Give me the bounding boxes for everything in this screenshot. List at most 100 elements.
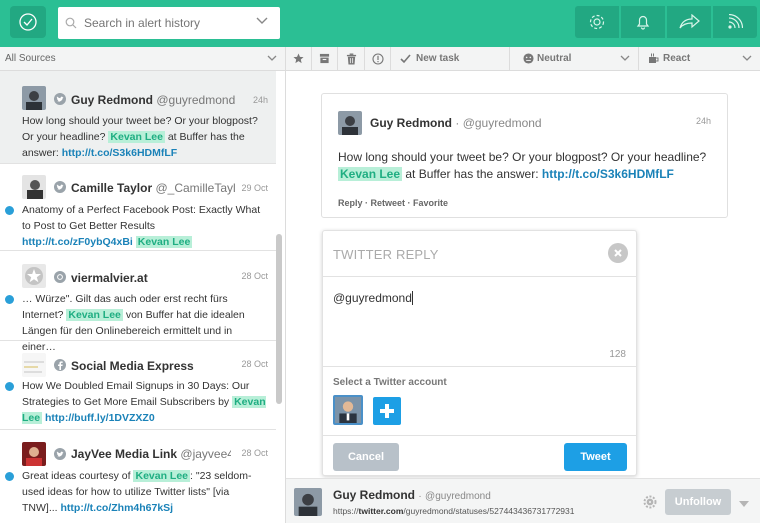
sentiment-dropdown[interactable]: Neutral bbox=[510, 47, 639, 70]
new-task-label: New task bbox=[416, 53, 460, 64]
alert-text: How We Doubled Email Signups in 30 Days:… bbox=[22, 378, 266, 426]
alert-history-search[interactable] bbox=[58, 7, 280, 39]
react-label: React bbox=[663, 53, 691, 64]
sources-dropdown[interactable]: All Sources bbox=[0, 47, 286, 70]
author-name: Guy Redmond bbox=[333, 488, 416, 502]
favorite-link[interactable]: Favorite bbox=[413, 198, 448, 208]
keyword-highlight: Kevan Lee bbox=[66, 309, 123, 321]
tweet-author: Guy Redmond · @guyredmond bbox=[370, 116, 542, 130]
author-name: Camille Taylor bbox=[71, 181, 153, 195]
list-item[interactable]: Guy Redmond @guyredmond 24h How long sho… bbox=[0, 71, 276, 164]
tweet-text-part: at Buffer has the answer: bbox=[402, 167, 542, 181]
web-icon bbox=[54, 271, 66, 283]
list-item[interactable]: viermalvier.at 28 Oct … Würze". Gilt das… bbox=[0, 252, 276, 353]
avatar bbox=[22, 353, 46, 377]
gear-icon[interactable] bbox=[575, 6, 619, 38]
avatar bbox=[22, 442, 46, 466]
unread-dot bbox=[5, 206, 14, 215]
author-name: Social Media Express bbox=[71, 359, 194, 373]
check-circle-icon[interactable] bbox=[10, 6, 46, 38]
trash-icon bbox=[346, 53, 356, 64]
alert-time: 28 Oct bbox=[241, 448, 268, 458]
author-handle: @guyredmond bbox=[156, 93, 236, 107]
share-arrow-icon[interactable] bbox=[667, 6, 711, 38]
profile-footer: Guy Redmond · @guyredmond https://twitte… bbox=[286, 478, 760, 523]
tweet-link[interactable]: http://t.co/S3k6HDMfLF bbox=[542, 167, 674, 181]
neutral-face-icon bbox=[523, 53, 534, 64]
delete-button[interactable] bbox=[338, 47, 365, 70]
divider bbox=[323, 366, 636, 367]
unfollow-button[interactable]: Unfollow bbox=[665, 489, 731, 515]
alert-author: viermalvier.at bbox=[71, 271, 148, 285]
reply-textarea[interactable]: @guyredmond bbox=[333, 291, 627, 351]
list-scrollbar[interactable] bbox=[276, 234, 282, 404]
caret-down-icon[interactable] bbox=[739, 498, 749, 510]
keyword-highlight: Kevan Lee bbox=[133, 470, 191, 482]
alert-author: Social Media Express bbox=[71, 359, 194, 373]
account-avatar[interactable] bbox=[333, 395, 363, 425]
author-handle: @guyredmond bbox=[462, 116, 542, 130]
sentiment-label: Neutral bbox=[537, 53, 572, 64]
alert-author: Guy Redmond @guyredmond bbox=[71, 93, 235, 107]
separator: · bbox=[455, 116, 460, 130]
alert-link[interactable]: http://t.co/Zhm4h67kSj bbox=[61, 502, 174, 514]
tweet-button[interactable]: Tweet bbox=[564, 443, 627, 471]
tweet-text-part: How long should your tweet be? Or your b… bbox=[338, 150, 707, 164]
profile-author: Guy Redmond · @guyredmond bbox=[333, 488, 491, 502]
author-handle: @guyredmond bbox=[425, 491, 491, 502]
twitter-icon bbox=[54, 448, 66, 460]
text-caret bbox=[412, 291, 413, 305]
chevron-down-icon[interactable] bbox=[256, 16, 268, 28]
alert-link[interactable]: http://t.co/zF0ybQ4xBi bbox=[22, 236, 133, 248]
alert-text-part: Great ideas courtesy of bbox=[22, 470, 134, 482]
twitter-icon bbox=[54, 181, 66, 193]
alert-time: 28 Oct bbox=[241, 271, 268, 281]
alert-text: Anatomy of a Perfect Facebook Post: Exac… bbox=[22, 202, 266, 250]
author-name: Guy Redmond bbox=[370, 116, 453, 130]
divider bbox=[323, 435, 636, 436]
list-item[interactable]: JayVee Media Link @jayvee4you 28 Oct Gre… bbox=[0, 431, 276, 523]
author-handle: @jayvee4you bbox=[180, 447, 231, 461]
search-input[interactable] bbox=[84, 16, 244, 30]
char-count: 128 bbox=[609, 349, 626, 360]
alert-text: How long should your tweet be? Or your b… bbox=[22, 113, 266, 161]
archive-button[interactable] bbox=[312, 47, 338, 70]
alert-time: 28 Oct bbox=[241, 359, 268, 369]
close-icon[interactable] bbox=[608, 243, 628, 263]
avatar bbox=[338, 111, 362, 135]
alert-link[interactable]: http://t.co/S3k6HDMfLF bbox=[62, 147, 178, 159]
list-item[interactable]: Camille Taylor @_CamilleTaylor 29 Oct An… bbox=[0, 165, 276, 251]
info-button[interactable] bbox=[365, 47, 391, 70]
avatar bbox=[22, 264, 46, 288]
star-button[interactable] bbox=[286, 47, 312, 70]
cancel-button[interactable]: Cancel bbox=[333, 443, 399, 471]
author-name: JayVee Media Link bbox=[71, 447, 178, 461]
chevron-down-icon bbox=[267, 54, 277, 65]
dialog-title: TWITTER REPLY bbox=[333, 247, 439, 262]
alert-time: 24h bbox=[252, 95, 268, 105]
tweet-time: 24h bbox=[695, 116, 711, 126]
toolbar: All Sources New task Neutral React bbox=[0, 47, 760, 71]
list-item[interactable]: Social Media Express 28 Oct How We Doubl… bbox=[0, 342, 276, 430]
avatar bbox=[294, 488, 322, 516]
status-url[interactable]: https://twitter.com/guyredmond/statuses/… bbox=[333, 506, 574, 516]
alert-link[interactable]: http://buff.ly/1DVZXZ0 bbox=[45, 412, 155, 424]
bell-icon[interactable] bbox=[621, 6, 665, 38]
react-dropdown[interactable]: React bbox=[639, 47, 760, 70]
separator: · bbox=[418, 491, 422, 502]
separator: · bbox=[362, 198, 371, 208]
rss-icon[interactable] bbox=[713, 6, 757, 38]
reply-link[interactable]: Reply bbox=[338, 198, 363, 208]
new-task-button[interactable]: New task bbox=[391, 47, 510, 70]
unread-dot bbox=[5, 382, 14, 391]
alert-author: JayVee Media Link @jayvee4you bbox=[71, 447, 231, 461]
alert-circle-icon bbox=[371, 52, 384, 65]
retweet-link[interactable]: Retweet bbox=[371, 198, 406, 208]
url-prefix: https:// bbox=[333, 506, 359, 516]
gear-icon[interactable] bbox=[643, 495, 657, 512]
plus-icon bbox=[380, 404, 394, 418]
add-account-button[interactable] bbox=[373, 397, 401, 425]
avatar bbox=[22, 175, 46, 199]
unread-dot bbox=[5, 472, 14, 481]
detail-panel: Guy Redmond · @guyredmond 24h How long s… bbox=[286, 71, 760, 523]
